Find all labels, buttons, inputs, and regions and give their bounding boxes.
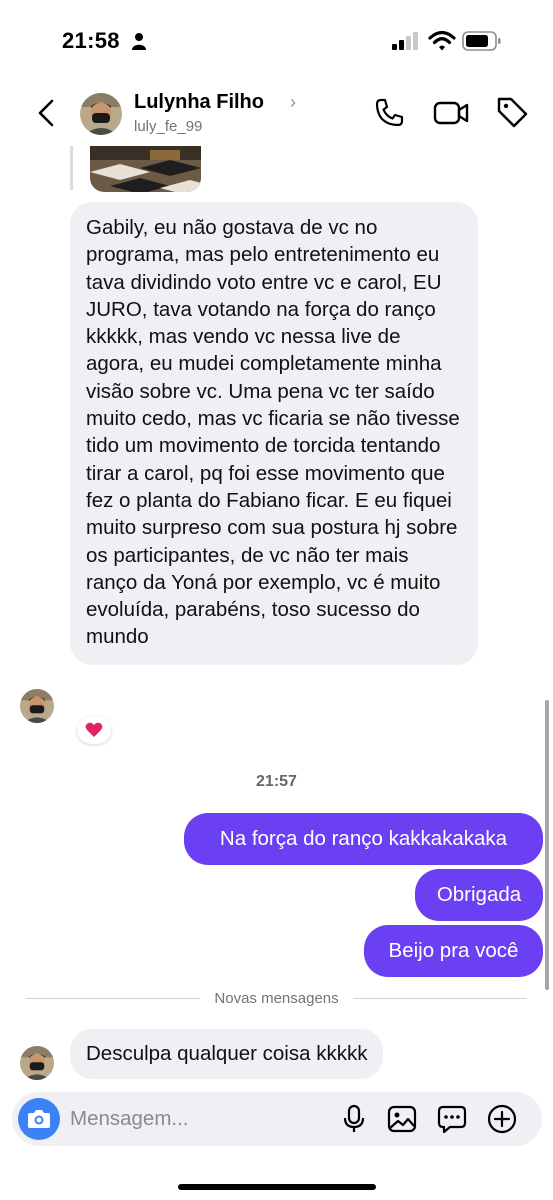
gallery-icon[interactable] <box>386 1103 418 1135</box>
sticker-icon[interactable] <box>436 1103 468 1135</box>
camera-button[interactable] <box>18 1098 60 1140</box>
scrollbar[interactable] <box>545 700 549 990</box>
outgoing-message[interactable]: Obrigada <box>415 869 543 921</box>
outgoing-message[interactable]: Beijo pra você <box>364 925 543 977</box>
incoming-message[interactable]: Gabily, eu não gostava de vc no programa… <box>70 202 478 665</box>
tag-icon[interactable] <box>494 94 530 130</box>
contact-name[interactable]: Lulynha Filho <box>134 91 264 114</box>
shared-image[interactable] <box>90 146 201 192</box>
camera-icon <box>28 1110 50 1128</box>
chevron-right-icon[interactable]: › <box>290 92 296 113</box>
reaction-badge[interactable] <box>77 716 111 744</box>
home-indicator[interactable] <box>178 1184 376 1190</box>
status-time: 21:58 <box>62 28 120 53</box>
new-messages-divider: Novas mensagens <box>26 988 528 1008</box>
video-icon[interactable] <box>432 96 470 130</box>
heart-icon <box>85 722 103 737</box>
divider-line <box>352 997 528 999</box>
avatar[interactable] <box>20 1046 54 1080</box>
message-timestamp: 21:57 <box>256 773 297 790</box>
phone-icon[interactable] <box>372 96 406 130</box>
microphone-icon[interactable] <box>338 1103 370 1135</box>
plus-icon[interactable] <box>486 1103 518 1135</box>
avatar[interactable] <box>80 93 122 135</box>
contact-username: luly_fe_99 <box>134 118 203 135</box>
incoming-message[interactable]: Desculpa qualquer coisa kkkkk <box>70 1029 384 1079</box>
avatar[interactable] <box>20 689 54 723</box>
wifi-icon <box>428 30 456 51</box>
message-input[interactable] <box>70 1104 330 1134</box>
reply-line <box>70 146 73 190</box>
outgoing-message[interactable]: Na força do ranço kakkakakaka <box>184 813 543 865</box>
divider-label: Novas mensagens <box>214 989 339 1007</box>
signal-icon <box>392 32 418 50</box>
person-icon <box>132 33 146 50</box>
battery-icon <box>462 31 501 51</box>
back-icon[interactable] <box>32 96 62 130</box>
divider-line <box>26 997 201 999</box>
